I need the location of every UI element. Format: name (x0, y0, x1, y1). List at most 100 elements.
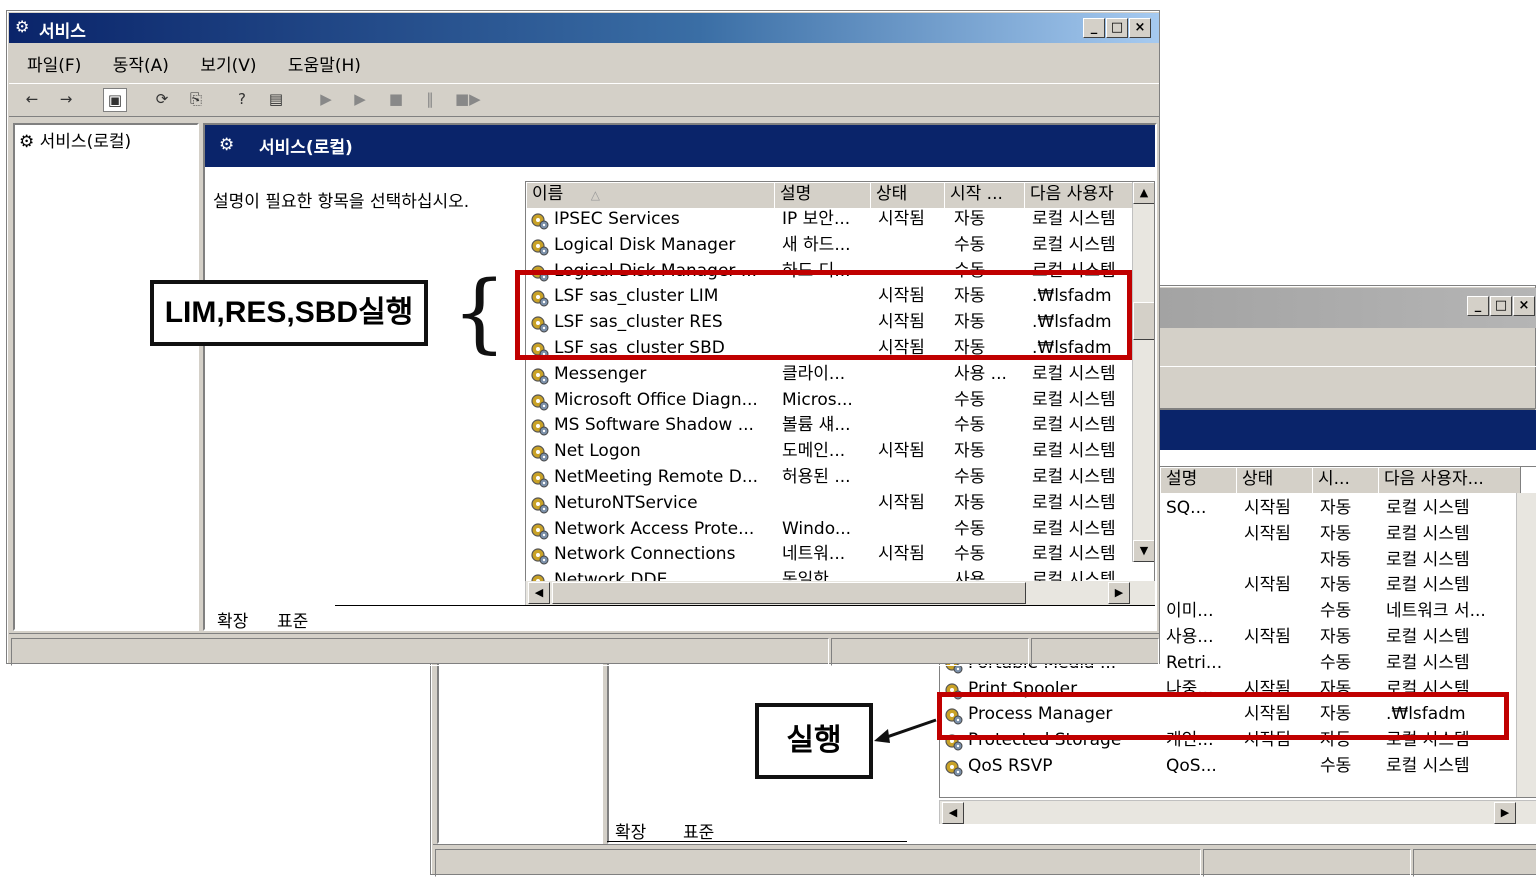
pause-service-icon[interactable]: ‖ (419, 88, 441, 110)
tab-extended[interactable]: 확장 (217, 607, 248, 632)
show-tree-icon[interactable]: ▣ (103, 88, 127, 112)
properties-icon[interactable]: ▤ (265, 88, 287, 110)
front-cell-name: IPSEC Services (554, 209, 680, 229)
back-cell-user: 로컬 시스템 (1386, 627, 1470, 647)
back-tab-standard[interactable]: 표준 (683, 818, 714, 843)
back-cell-status: 시작됨 (1244, 498, 1291, 518)
front-service-row[interactable]: Network Access Prote... Windo... 수동 로컬 시스템 (526, 516, 1130, 542)
status-cell-2 (831, 638, 1029, 666)
front-cell-name: Messenger (554, 363, 647, 384)
front-service-row[interactable]: Messenger 클라이... 사용 ... 로컬 시스템 (526, 361, 1130, 387)
back-scroll-left-button[interactable]: ◀ (942, 802, 964, 824)
back-cell-startup: 수동 (1320, 601, 1352, 622)
back-maximize-button[interactable]: □ (1490, 296, 1512, 316)
menu-file[interactable]: 파일(F) (27, 56, 81, 76)
back-cell-user: 네트워크 서... (1386, 601, 1486, 622)
front-rows: IPSEC Services IP 보안... 시작됨 자동 로컬 시스템 Logical… (526, 206, 1130, 582)
tab-standard[interactable]: 표준 (277, 607, 308, 632)
run-callout: 실행 (755, 703, 873, 779)
tree-item-services-local[interactable]: ⚙ 서비스(로컬) (19, 127, 131, 152)
stop-service-icon[interactable]: ■ (385, 88, 407, 110)
lim-res-sbd-callout: LIM,RES,SBD실행 (150, 280, 428, 346)
header-startup-type[interactable]: 시작 ... (944, 182, 1031, 208)
front-cell-user: 로컬 시스템 (1032, 518, 1116, 539)
back-cell-status: 시작됨 (1244, 627, 1291, 647)
front-cell-user: 로컬 시스템 (1032, 234, 1116, 255)
front-service-row[interactable]: Network Connections 네트워... 시작됨 수동 로컬 시스템 (526, 541, 1130, 567)
back-cell-startup: 수동 (1320, 756, 1352, 776)
help-icon[interactable]: ? (231, 88, 253, 110)
status-bar (9, 633, 1159, 666)
back-minimize-button[interactable]: _ (1467, 296, 1489, 316)
minimize-button[interactable]: _ (1083, 18, 1105, 38)
front-cell-user: 로컬 시스템 (1032, 544, 1116, 565)
menu-help[interactable]: 도움말(H) (288, 56, 361, 76)
front-service-row[interactable]: Microsoft Office Diagn... Micros... 수동 로컬 시… (526, 387, 1130, 413)
description-prompt: 설명이 필요한 항목을 선택하십시오. (213, 192, 470, 212)
front-service-row[interactable]: NetMeeting Remote D... 허용된 ... 수동 로컬 시스템 (526, 464, 1130, 490)
header-status[interactable]: 상태 (870, 182, 951, 208)
front-cell-user: 로컬 시스템 (1032, 389, 1116, 410)
menu-action[interactable]: 동작(A) (113, 56, 169, 76)
back-header-user[interactable]: 다음 사용자... (1378, 467, 1521, 493)
back-cell-user: 로컬 시스템 (1386, 549, 1470, 570)
detail-pane: ⚙ 서비스(로컬) 설명이 필요한 항목을 선택하십시오. 이름 △ 설명 상태… (203, 123, 1157, 632)
maximize-button[interactable]: □ (1106, 18, 1128, 38)
vertical-scrollbar[interactable]: ▲ ▼ (1132, 182, 1154, 562)
restart-service-icon[interactable]: ■▶ (455, 88, 481, 110)
front-service-row[interactable]: MS Software Shadow ... 볼륨 섀... 수동 로컬 시스템 (526, 412, 1130, 438)
service-gear-icon (530, 440, 552, 466)
front-service-row[interactable]: Network DDE 동일한 ... 사용 ... 로컬 시스템 (526, 567, 1130, 582)
front-cell-startup: 사용 ... (954, 363, 1007, 384)
close-button[interactable]: × (1129, 18, 1151, 38)
header-description[interactable]: 설명 (774, 182, 877, 208)
back-status-cell-1 (435, 849, 1201, 877)
lsf-services-highlight (515, 270, 1132, 360)
front-cell-startup: 수동 (954, 415, 986, 436)
forward-arrow-icon[interactable]: → (55, 88, 77, 110)
scroll-thumb[interactable] (1133, 302, 1154, 340)
back-service-row[interactable]: QoS RSVP QoS... 수동 로컬 시스템 (940, 753, 1514, 779)
back-scroll-right-button[interactable]: ▶ (1494, 802, 1516, 824)
front-service-row[interactable]: NeturoNTService 시작됨 자동 로컬 시스템 (526, 490, 1130, 516)
menu-view[interactable]: 보기(V) (200, 56, 256, 76)
front-cell-user: 로컬 시스템 (1032, 441, 1116, 462)
sort-ascending-icon: △ (590, 188, 600, 202)
front-cell-status: 시작됨 (878, 544, 925, 565)
front-service-row[interactable]: IPSEC Services IP 보안... 시작됨 자동 로컬 시스템 (526, 206, 1130, 232)
front-cell-name: Network Connections (554, 544, 736, 565)
horizontal-scroll-thumb[interactable] (552, 582, 1026, 604)
start-service-2-icon[interactable]: ▶ (349, 88, 371, 110)
refresh-icon[interactable]: ⟳ (151, 88, 173, 110)
back-vertical-scrollbar[interactable] (1516, 493, 1536, 797)
front-cell-desc: 볼륨 섀... (782, 415, 851, 436)
horizontal-scrollbar[interactable]: ◀ ▶ (525, 581, 1155, 605)
scroll-left-button[interactable]: ◀ (528, 582, 550, 604)
front-cell-user: 로컬 시스템 (1032, 363, 1116, 384)
front-cell-startup: 수동 (954, 544, 986, 565)
back-close-button[interactable]: × (1513, 296, 1535, 316)
toolbar: ← → ▣ ⟳ ⎘ ? ▤ ▶ ▶ ■ ‖ ■▶ (9, 83, 1159, 117)
back-tab-extended[interactable]: 확장 (615, 818, 646, 843)
front-cell-desc: 네트워... (782, 544, 846, 565)
export-list-icon[interactable]: ⎘ (185, 88, 207, 110)
back-horizontal-scrollbar[interactable]: ◀ ▶ (939, 800, 1536, 824)
header-logon-as[interactable]: 다음 사용자 (1024, 182, 1145, 208)
back-arrow-icon[interactable]: ← (21, 88, 43, 110)
front-cell-startup: 자동 (954, 441, 986, 462)
back-header-desc[interactable]: 설명 (1160, 467, 1243, 493)
back-view-tabs: 확장 표준 (607, 816, 907, 843)
scroll-down-button[interactable]: ▼ (1133, 540, 1154, 562)
back-header-startup[interactable]: 시... (1312, 467, 1385, 493)
front-title-bar: ⚙ 서비스 _ □ × (9, 13, 1159, 43)
scroll-up-button[interactable]: ▲ (1133, 182, 1154, 204)
start-service-icon[interactable]: ▶ (315, 88, 337, 110)
front-service-row[interactable]: Net Logon 도메인... 시작됨 자동 로컬 시스템 (526, 438, 1130, 464)
front-cell-startup: 수동 (954, 467, 986, 487)
header-name[interactable]: 이름 △ (526, 182, 781, 208)
back-header-status[interactable]: 상태 (1236, 467, 1319, 493)
list-header: 이름 △ 설명 상태 시작 ... 다음 사용자 (526, 182, 1145, 208)
pane-header: ⚙ 서비스(로컬) (205, 125, 1155, 167)
scroll-right-button[interactable]: ▶ (1108, 582, 1130, 604)
front-service-row[interactable]: Logical Disk Manager 새 하드... 수동 로컬 시스템 (526, 232, 1130, 258)
